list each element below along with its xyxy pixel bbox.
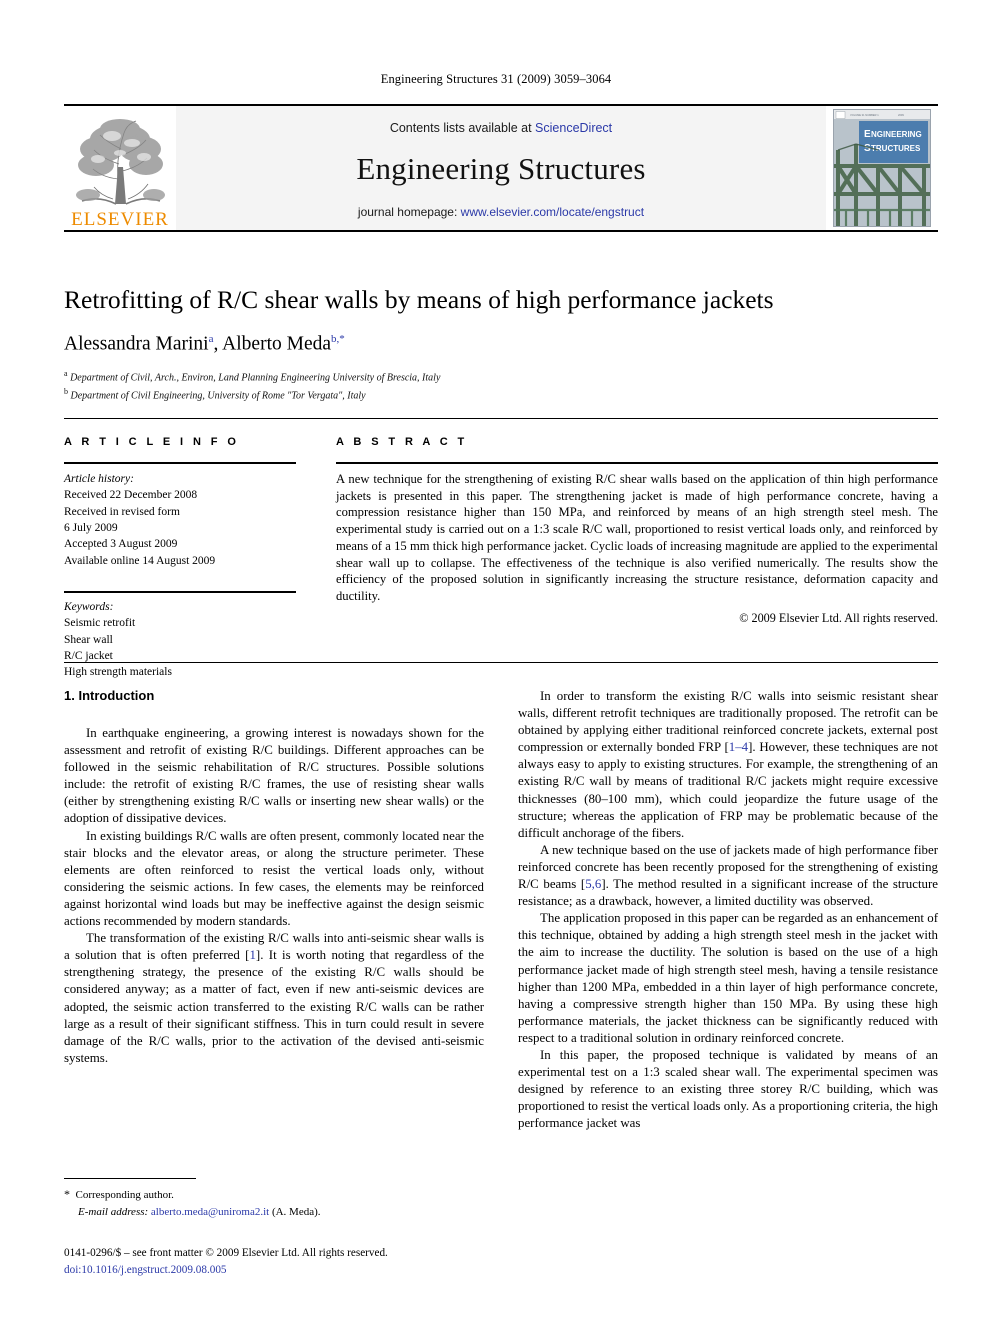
citation-reference[interactable]: 1–4	[729, 740, 748, 754]
abstract-text: A new technique for the strengthening of…	[336, 472, 938, 604]
body-paragraph: In order to transform the existing R/C w…	[518, 688, 938, 842]
running-head: Engineering Structures 31 (2009) 3059–30…	[380, 72, 612, 86]
masthead-center: Contents lists available at ScienceDirec…	[176, 106, 826, 230]
citation-reference[interactable]: 5,6	[585, 877, 601, 891]
abstract-divider	[64, 662, 938, 663]
article-info-section: A R T I C L E I N F O Article history: R…	[64, 436, 296, 681]
footnote-divider	[64, 1178, 196, 1179]
journal-homepage-link[interactable]: www.elsevier.com/locate/engstruct	[461, 205, 644, 219]
body-paragraph: The application proposed in this paper c…	[518, 911, 938, 1045]
keywords-rule	[64, 590, 296, 593]
article-info-rule	[64, 462, 296, 464]
svg-text:E: E	[864, 129, 871, 140]
author-name[interactable]: Alberto Meda	[222, 333, 331, 354]
elsevier-tree-icon	[68, 109, 172, 209]
email-label: E-mail address:	[78, 1205, 149, 1218]
article-title: Retrofitting of R/C shear walls by means…	[64, 285, 774, 314]
author-name[interactable]: Alessandra Marini	[64, 333, 209, 354]
keywords-block: Keywords: Seismic retrofit Shear wall R/…	[64, 590, 296, 681]
homepage-prefix: journal homepage:	[357, 205, 461, 219]
journal-article-page: Engineering Structures 31 (2009) 3059–30…	[0, 0, 992, 1323]
author-list: Alessandra Marinia, Alberto Medab,*	[64, 333, 938, 356]
elsevier-logo: ELSEVIER	[64, 106, 176, 230]
article-info-heading: A R T I C L E I N F O	[64, 436, 240, 448]
article-history-label: Article history:	[64, 473, 134, 485]
affiliation-line: b Department of Civil Engineering, Unive…	[64, 386, 938, 404]
issn-copyright-line: 0141-0296/$ – see front matter © 2009 El…	[64, 1247, 388, 1259]
keyword-item: High strength materials	[64, 666, 172, 679]
body-paragraph: A new technique based on the use of jack…	[518, 842, 938, 910]
abstract-rule	[336, 462, 938, 464]
corresponding-author-footnote: * Corresponding author. E-mail address: …	[64, 1185, 484, 1220]
section-heading-introduction: 1. Introduction	[64, 688, 155, 703]
article-history-item: Available online 14 August 2009	[64, 554, 216, 567]
contents-prefix: Contents lists available at	[389, 121, 536, 135]
svg-text:VOLUME 31 NUMBER 1: VOLUME 31 NUMBER 1	[850, 113, 879, 117]
article-history-item: Received 22 December 2008	[64, 489, 198, 502]
cover-artwork-icon: VOLUME 31 NUMBER 1 2009 E NGINEERING S T…	[834, 110, 930, 226]
affiliation-marker: b	[64, 386, 68, 396]
author-affiliation-marker: b,*	[331, 332, 345, 345]
elsevier-wordmark: ELSEVIER	[71, 209, 169, 230]
asterisk-marker: *	[64, 1187, 70, 1201]
title-block: Retrofitting of R/C shear walls by means…	[64, 285, 938, 404]
affiliation-marker: a	[64, 369, 68, 379]
article-history-item: 6 July 2009	[64, 521, 118, 534]
footnote-line-email: E-mail address: alberto.meda@uniroma2.it…	[64, 1204, 484, 1221]
body-paragraph: In this paper, the proposed technique is…	[518, 1047, 938, 1131]
keywords-label: Keywords:	[64, 600, 114, 613]
svg-text:2009: 2009	[898, 113, 904, 117]
page-footer: 0141-0296/$ – see front matter © 2009 El…	[64, 1245, 564, 1279]
article-body: 1. Introduction In earthquake engineerin…	[64, 688, 938, 1168]
svg-text:NGINEERING: NGINEERING	[871, 130, 922, 139]
contents-available-line: Contents lists available at ScienceDirec…	[390, 121, 612, 135]
author-separator: ,	[213, 333, 223, 355]
abstract-section: A B S T R A C T A new technique for the …	[336, 436, 938, 626]
body-column-right: In order to transform the existing R/C w…	[518, 688, 938, 1168]
body-paragraph: In existing buildings R/C walls are ofte…	[64, 828, 484, 929]
title-divider	[64, 418, 938, 419]
journal-title: Engineering Structures	[356, 151, 646, 186]
abstract-heading: A B S T R A C T	[336, 436, 468, 448]
doi-link[interactable]: doi:10.1016/j.engstruct.2009.08.005	[64, 1262, 564, 1279]
keyword-item: Shear wall	[64, 633, 113, 646]
journal-homepage-line: journal homepage: www.elsevier.com/locat…	[358, 205, 644, 219]
journal-cover-cell: VOLUME 31 NUMBER 1 2009 E NGINEERING S T…	[826, 106, 938, 230]
journal-masthead: ELSEVIER Contents lists available at Sci…	[64, 104, 938, 232]
email-link[interactable]: alberto.meda@uniroma2.it	[151, 1206, 269, 1218]
body-paragraph: The transformation of the existing R/C w…	[64, 930, 484, 1067]
footnote-line-corresponding: * Corresponding author.	[64, 1185, 484, 1204]
sciencedirect-link[interactable]: ScienceDirect	[535, 121, 612, 135]
journal-cover-thumbnail[interactable]: VOLUME 31 NUMBER 1 2009 E NGINEERING S T…	[833, 109, 931, 227]
affiliation-text: Department of Civil, Arch., Environ, Lan…	[70, 372, 441, 384]
corresponding-author-text: Corresponding author.	[75, 1189, 174, 1201]
abstract-copyright: © 2009 Elsevier Ltd. All rights reserved…	[739, 610, 938, 625]
body-paragraph: In earthquake engineering, a growing int…	[64, 726, 484, 826]
paragraph-text-b: ]. However, these techniques are not alw…	[518, 740, 938, 840]
email-suffix: (A. Meda).	[271, 1205, 321, 1218]
article-history-item: Received in revised form	[64, 505, 180, 518]
keyword-item: Seismic retrofit	[64, 617, 136, 630]
affiliation-line: a Department of Civil, Arch., Environ, L…	[64, 368, 938, 386]
svg-text:TRUCTURES: TRUCTURES	[871, 144, 921, 153]
article-history-item: Accepted 3 August 2009	[64, 538, 178, 551]
body-column-left: 1. Introduction In earthquake engineerin…	[64, 688, 484, 1168]
affiliation-text: Department of Civil Engineering, Univers…	[70, 390, 366, 402]
paragraph-text-b: ]. It is worth noting that regardless of…	[64, 948, 484, 1065]
